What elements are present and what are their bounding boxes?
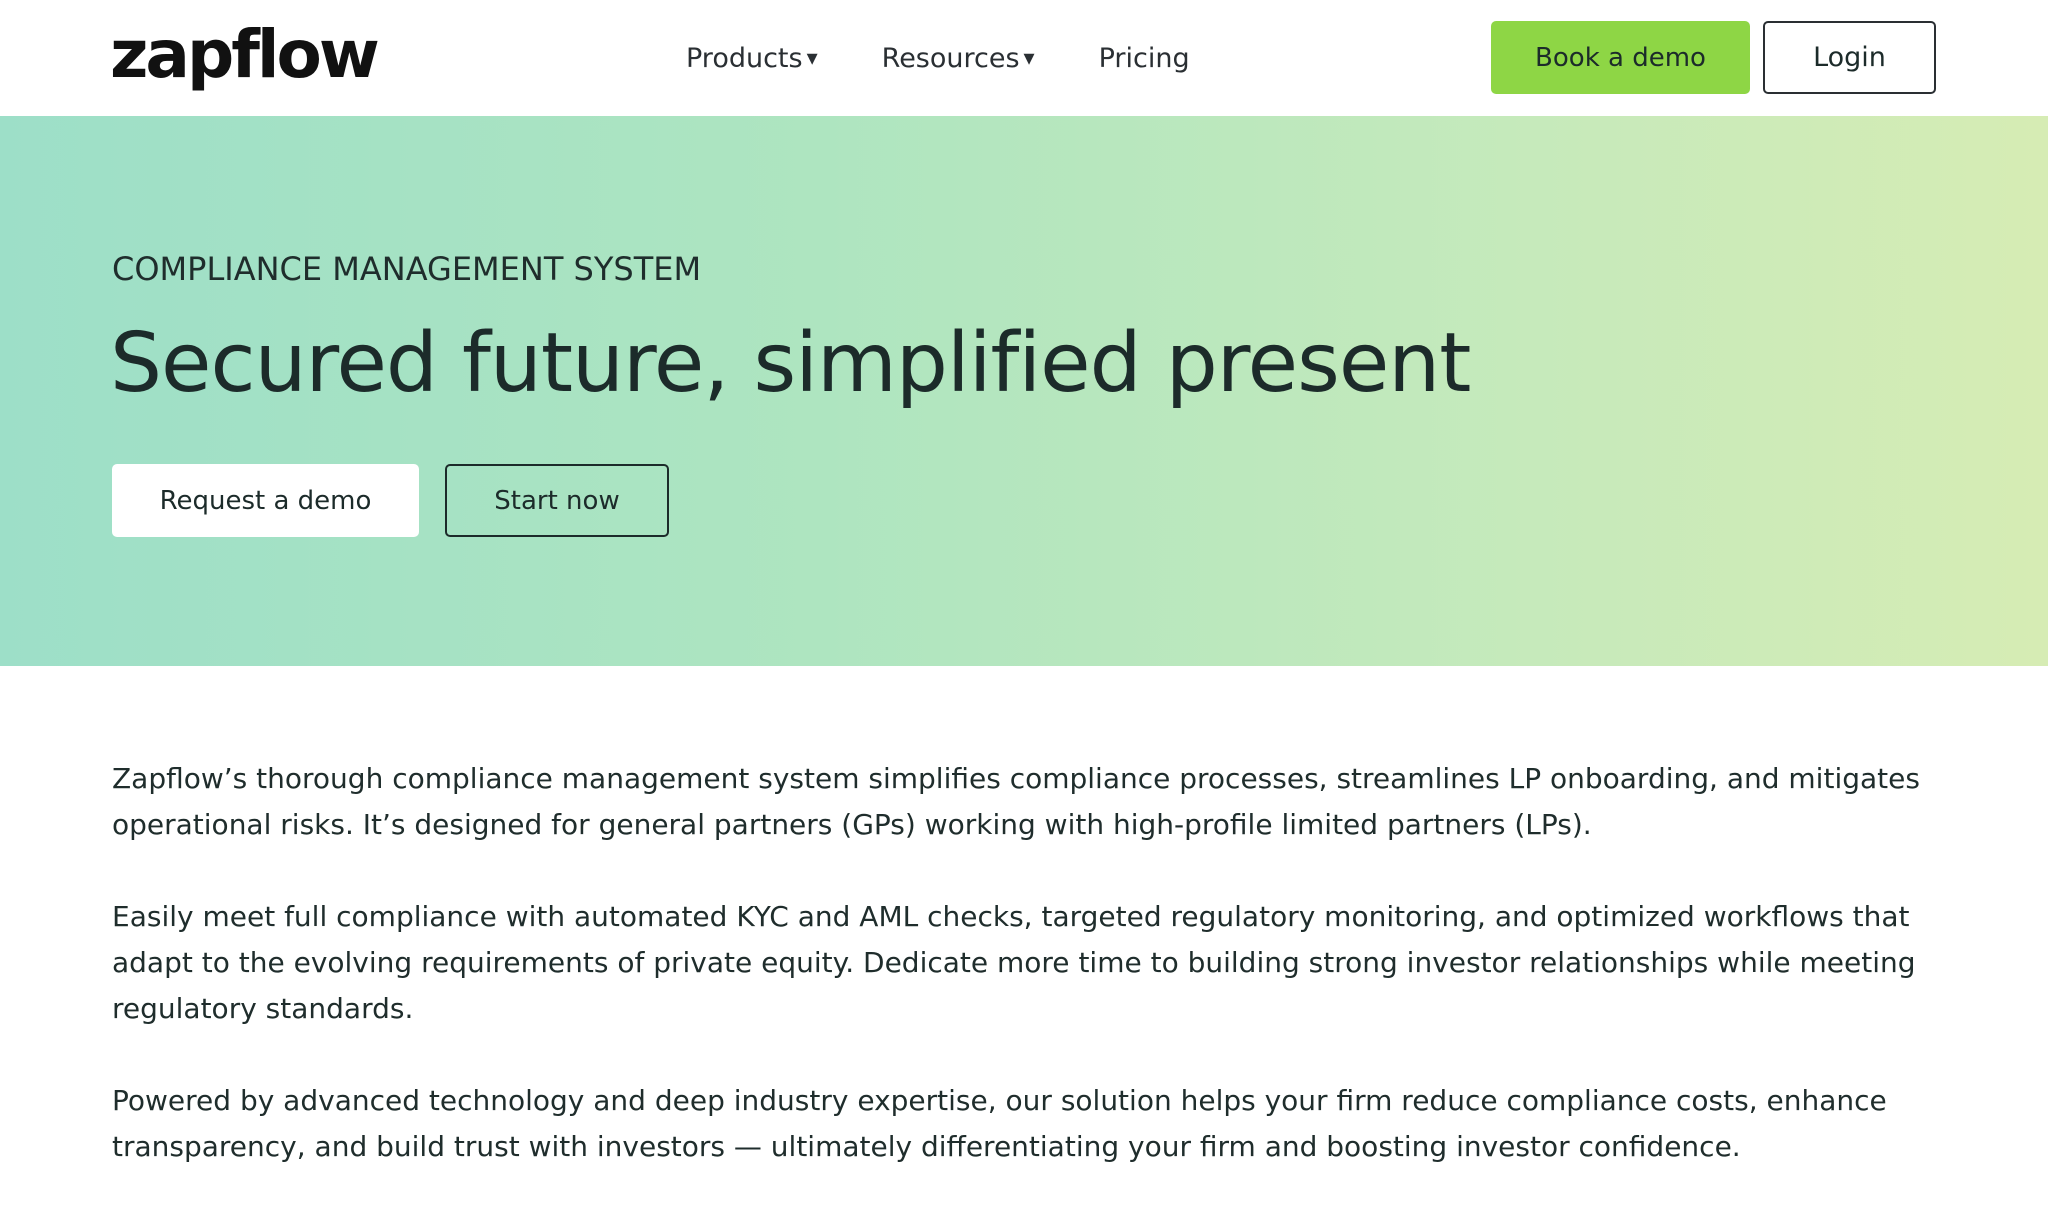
technology-paragraph: Powered by advanced technology and deep … [112,1084,1887,1163]
nav-item-pricing[interactable]: Pricing [1099,43,1190,74]
hero-section: COMPLIANCE MANAGEMENT SYSTEM Secured fut… [0,116,2048,666]
chevron-down-icon: ▾ [806,45,818,71]
chevron-down-icon: ▾ [1023,45,1035,71]
content-section: Zapflow’s thorough compliance management… [112,756,1942,1216]
request-demo-button[interactable]: Request a demo [112,464,419,537]
login-button[interactable]: Login [1763,21,1936,94]
top-navbar: zapflow Products ▾ Resources ▾ Pricing B… [0,0,2048,116]
main-nav: Products ▾ Resources ▾ Pricing [686,0,1254,116]
nav-item-resources[interactable]: Resources ▾ [882,43,1035,74]
hero-eyebrow: COMPLIANCE MANAGEMENT SYSTEM [112,250,702,288]
nav-item-resources-label: Resources [881,42,1020,74]
nav-item-products-label: Products [686,42,803,74]
compliance-paragraph: Easily meet full compliance with automat… [112,900,1916,1025]
intro-paragraph: Zapflow’s thorough compliance management… [112,762,1920,841]
nav-item-pricing-label: Pricing [1098,42,1190,74]
book-demo-button[interactable]: Book a demo [1491,21,1750,94]
start-now-button[interactable]: Start now [445,464,669,537]
hero-headline: Secured future, simplified present [110,316,1471,411]
nav-item-products[interactable]: Products ▾ [686,43,818,74]
zapflow-logo[interactable]: zapflow [110,10,380,100]
